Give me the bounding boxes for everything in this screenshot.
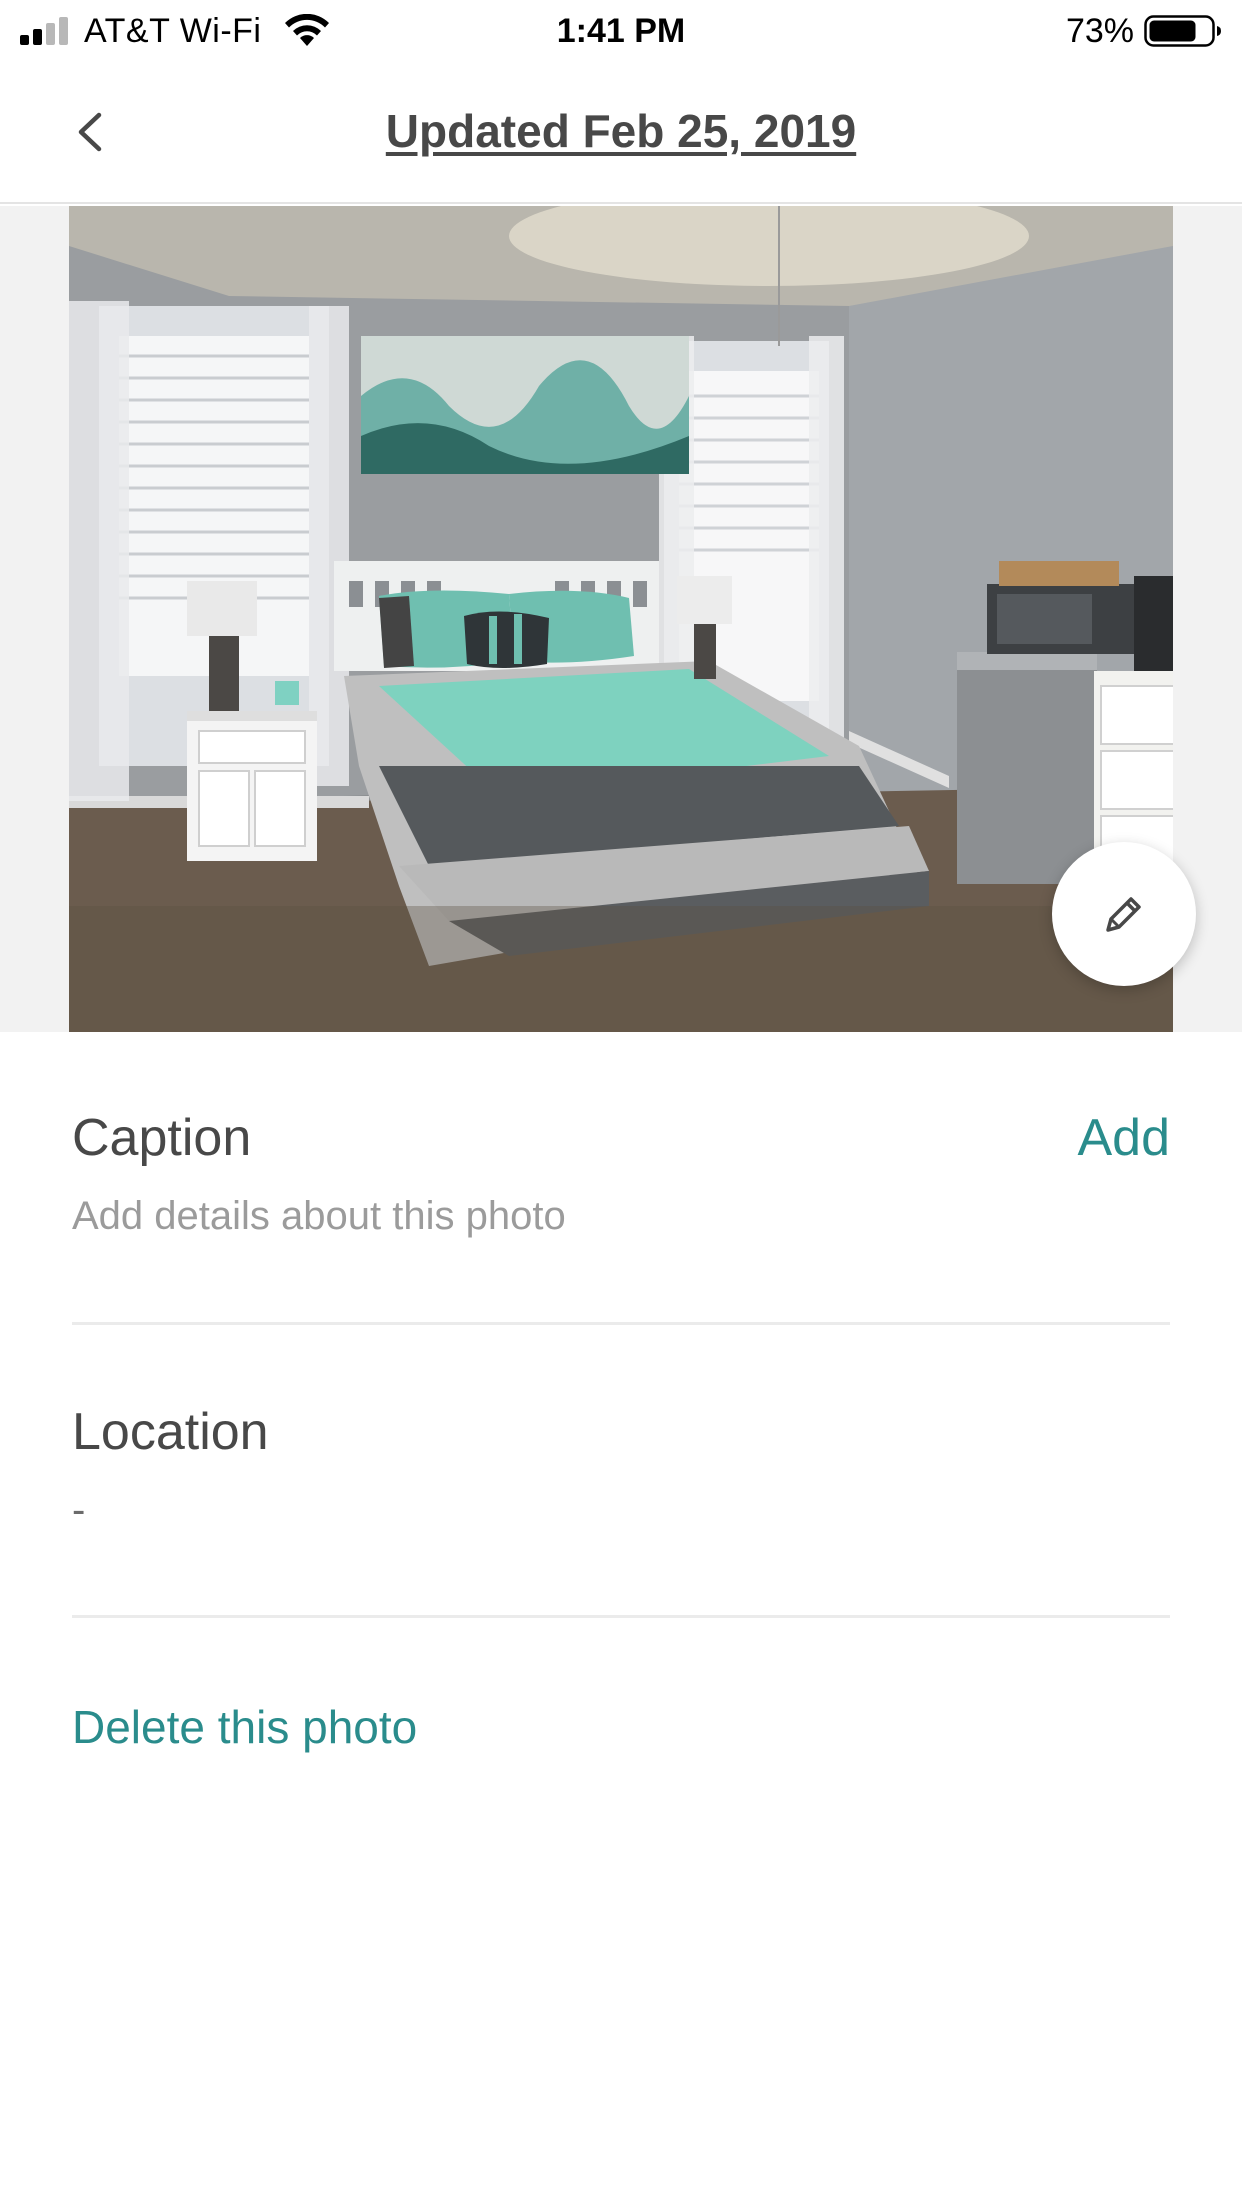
location-value: - <box>72 1488 86 1532</box>
status-time: 1:41 PM <box>556 12 686 50</box>
caption-title: Caption <box>72 1109 252 1167</box>
caption-placeholder: Add details about this photo <box>72 1194 566 1238</box>
status-bar: AT&T Wi-Fi 1:41 PM 73% <box>0 0 1242 62</box>
nav-header: Updated Feb 25, 2019 <box>0 62 1242 204</box>
divider <box>72 1615 1170 1618</box>
battery-percent: 73% <box>1065 12 1134 50</box>
location-section: Location - <box>72 1402 1170 1533</box>
page-title: Updated Feb 25, 2019 <box>385 105 857 157</box>
bedroom-photo-image <box>69 206 1173 1032</box>
listing-photo[interactable] <box>69 206 1173 1032</box>
edit-photo-button[interactable] <box>1052 842 1196 986</box>
caption-section: Caption Add Add details about this photo <box>72 1108 1170 1239</box>
add-caption-link[interactable]: Add <box>1077 1108 1170 1168</box>
location-title: Location <box>72 1403 269 1461</box>
battery-icon <box>1144 15 1221 47</box>
pencil-icon <box>1106 897 1141 932</box>
delete-photo-link[interactable]: Delete this photo <box>72 1700 417 1754</box>
divider <box>72 1322 1170 1325</box>
